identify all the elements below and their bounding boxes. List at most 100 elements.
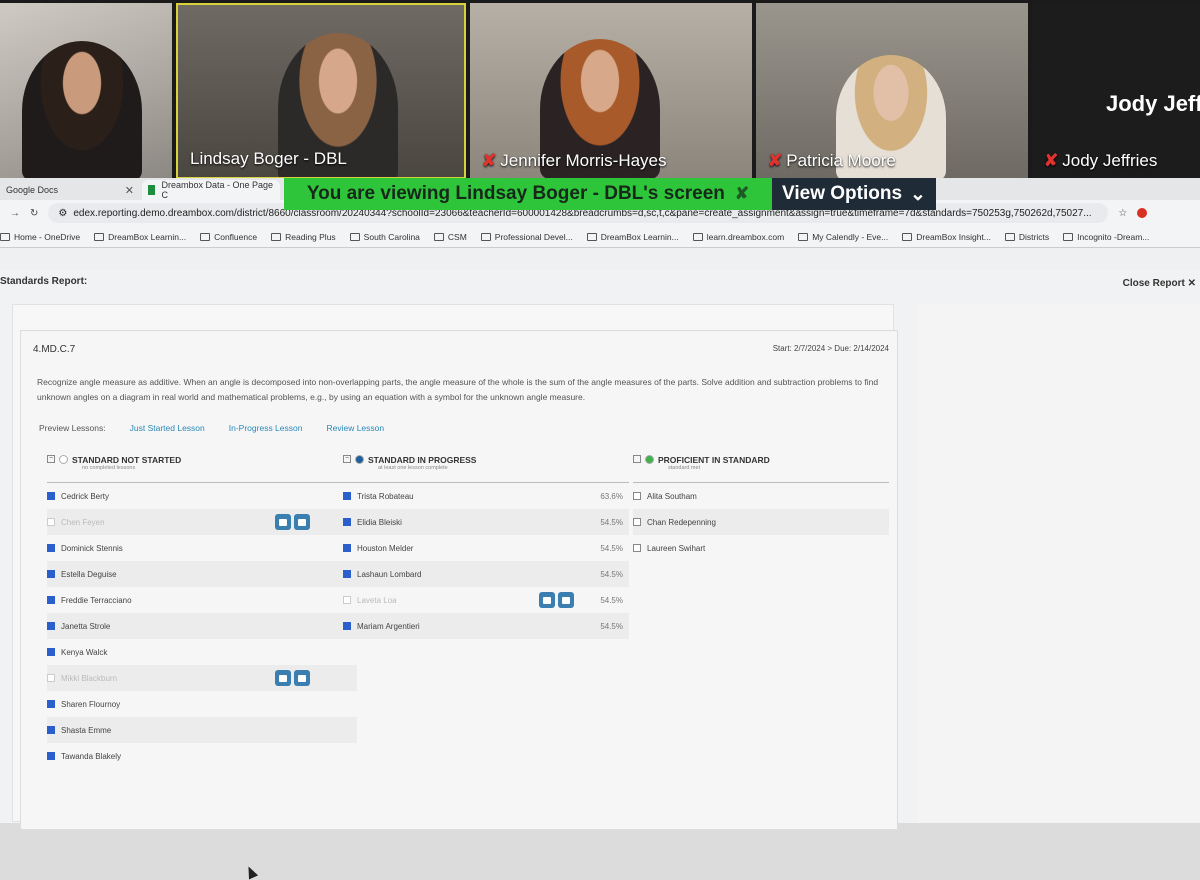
bookmark-item[interactable]: learn.dreambox.com — [692, 232, 784, 242]
assigned-lesson-icons[interactable] — [275, 670, 310, 686]
student-row[interactable]: Mariam Argentieri 54.5% — [343, 613, 629, 639]
extension-icon[interactable] — [1137, 208, 1148, 218]
student-row[interactable]: Sharen Flournoy — [47, 691, 357, 717]
bookmark-item[interactable]: Home - OneDrive — [0, 232, 80, 242]
student-row[interactable]: Laveta Loa 54.5% — [343, 587, 629, 613]
participant-name: ✘ Patricia Moore — [768, 151, 896, 170]
student-row[interactable]: Kenya Walck — [47, 639, 357, 665]
column-in-progress: − STANDARD IN PROGRESS at least one lesson… — [343, 455, 629, 639]
bookmark-item[interactable]: Reading Plus — [271, 232, 336, 242]
close-icon[interactable]: ✕ — [125, 184, 134, 197]
collapse-toggle[interactable]: − — [343, 455, 351, 463]
student-row[interactable]: Estella Deguise — [47, 561, 357, 587]
participant-tile[interactable]: Jody Jeffr ✘Jody Jeffries — [1032, 3, 1200, 179]
student-row[interactable]: Houston Melder 54.5% — [343, 535, 629, 561]
bookmark-item[interactable]: DreamBox Learnin... — [94, 232, 186, 242]
bookmark-item[interactable]: CSM — [433, 232, 467, 242]
view-options-button[interactable]: View Options ⌄ — [772, 178, 936, 210]
student-checkbox[interactable] — [343, 570, 351, 578]
student-checkbox[interactable] — [47, 700, 55, 708]
student-row[interactable]: Lashaun Lombard 54.5% — [343, 561, 629, 587]
participant-tile[interactable]: ✘ Jennifer Morris-Hayes — [470, 3, 752, 179]
student-name: Mariam Argentieri — [357, 621, 420, 631]
student-checkbox[interactable] — [47, 726, 55, 734]
preview-in-progress-link[interactable]: In-Progress Lesson — [229, 423, 303, 433]
bookmark-label: DreamBox Learnin... — [108, 231, 187, 242]
student-checkbox[interactable] — [47, 518, 55, 526]
student-row[interactable]: Trista Robateau 63.6% — [343, 483, 629, 509]
progress-percent: 54.5% — [600, 543, 623, 553]
preview-just-started-link[interactable]: Just Started Lesson — [130, 423, 205, 433]
student-checkbox[interactable] — [633, 518, 641, 526]
bookmark-item[interactable]: South Carolina — [349, 232, 420, 242]
tab-label: Google Docs — [6, 185, 59, 195]
assigned-lesson-icons[interactable] — [539, 592, 574, 608]
student-checkbox[interactable] — [343, 518, 351, 526]
close-report-button[interactable]: Close Report ✕ — [1123, 278, 1196, 289]
bookmark-item[interactable]: Incognito -Dream... — [1063, 232, 1149, 242]
participant-tile[interactable]: ✘ Patricia Moore — [756, 3, 1028, 179]
student-row[interactable]: Mikki Blackburn — [47, 665, 357, 691]
calendar-icon — [539, 592, 555, 608]
assigned-lesson-icons[interactable] — [275, 514, 310, 530]
folder-icon — [798, 232, 809, 241]
mouse-cursor — [243, 864, 259, 880]
column-title: PROFICIENT IN STANDARD — [658, 455, 770, 465]
reload-icon[interactable]: ↻ — [30, 208, 38, 219]
student-checkbox[interactable] — [47, 622, 55, 630]
participant-tile[interactable]: Lindsay Boger - DBL — [176, 3, 466, 179]
student-checkbox[interactable] — [343, 492, 351, 500]
student-row[interactable]: Elidia Bleiski 54.5% — [343, 509, 629, 535]
student-row[interactable]: Alita Southam — [633, 483, 889, 509]
student-name: Shasta Emme — [61, 725, 112, 735]
screen-share-banner: You are viewing Lindsay Boger - DBL's sc… — [284, 178, 772, 210]
bookmark-item[interactable]: DreamBox Learnin... — [586, 231, 679, 242]
folder-icon — [433, 232, 444, 241]
participant-name: ✘ Jody Jeffries — [1044, 151, 1158, 170]
student-row[interactable]: Freddie Terracciano — [47, 587, 357, 613]
progress-percent: 54.5% — [600, 595, 623, 605]
collapse-toggle[interactable]: − — [47, 455, 55, 463]
student-row[interactable]: Cedrick Berty — [47, 483, 357, 509]
bookmark-item[interactable]: My Calendly - Eve... — [798, 232, 888, 242]
student-checkbox[interactable] — [47, 596, 55, 604]
student-checkbox[interactable] — [47, 752, 55, 760]
star-icon[interactable]: ☆ — [1118, 208, 1127, 219]
forward-icon[interactable]: → — [10, 208, 20, 219]
student-row[interactable]: Shasta Emme — [47, 717, 357, 743]
student-row[interactable]: Tawanda Blakely — [47, 743, 357, 769]
bookmark-item[interactable]: Districts — [1004, 232, 1049, 242]
student-row[interactable]: Dominick Stennis — [47, 535, 357, 561]
student-checkbox[interactable] — [47, 544, 55, 552]
student-row[interactable]: Janetta Strole — [47, 613, 357, 639]
student-checkbox[interactable] — [47, 674, 55, 682]
collapse-toggle[interactable] — [633, 455, 641, 463]
student-checkbox[interactable] — [633, 492, 641, 500]
student-row[interactable]: Chen Feyen — [47, 509, 357, 535]
student-checkbox[interactable] — [343, 544, 351, 552]
student-row[interactable]: Laureen Swihart — [633, 535, 889, 561]
student-checkbox[interactable] — [47, 492, 55, 500]
student-checkbox[interactable] — [47, 570, 55, 578]
student-checkbox[interactable] — [633, 544, 641, 552]
preview-lessons: Preview Lessons: Just Started Lesson In-… — [39, 423, 384, 433]
participant-tile[interactable] — [0, 3, 172, 179]
folder-icon — [271, 232, 282, 241]
browser-tab-active[interactable]: Dreambox Data - One Page C — [142, 180, 280, 200]
standard-card: 4.MD.C.7 Start: 2/7/2024 > Due: 2/14/202… — [20, 330, 898, 830]
student-row[interactable]: Chan Redepenning — [633, 509, 889, 535]
student-checkbox[interactable] — [343, 622, 351, 630]
student-checkbox[interactable] — [343, 596, 351, 604]
mic-muted-icon: ✘ — [768, 151, 783, 170]
browser-tab[interactable]: Google Docs ✕ — [0, 180, 140, 200]
student-name: Alita Southam — [647, 491, 697, 501]
preview-review-link[interactable]: Review Lesson — [326, 423, 384, 433]
column-subtitle: at least one lesson complete — [378, 465, 448, 471]
bookmark-label: DreamBox Learnin... — [600, 231, 679, 242]
bookmark-item[interactable]: Confluence — [200, 232, 257, 242]
bookmark-item[interactable]: Professional Devel... — [480, 232, 573, 242]
student-name: Mikki Blackburn — [61, 673, 118, 683]
student-checkbox[interactable] — [47, 648, 55, 656]
bookmark-item[interactable]: DreamBox Insight... — [902, 232, 991, 242]
column-title: STANDARD NOT STARTED — [72, 455, 182, 465]
